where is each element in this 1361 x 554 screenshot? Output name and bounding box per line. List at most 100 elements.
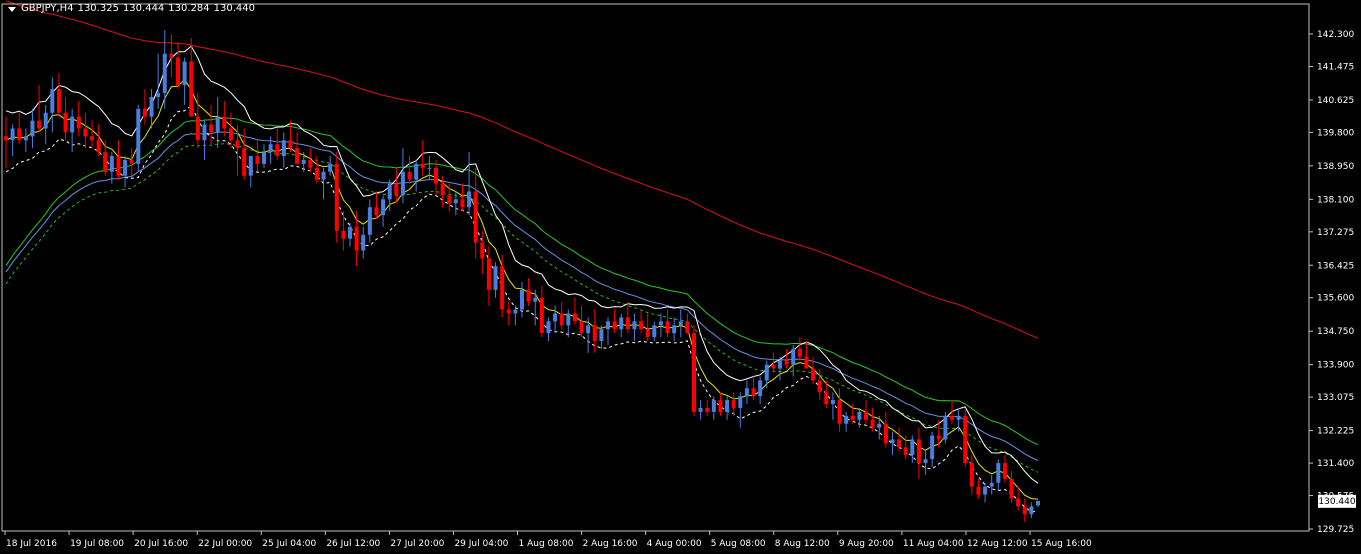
candle-body xyxy=(182,61,187,86)
candle-body xyxy=(500,266,505,310)
y-tick-label: 135.600 xyxy=(1317,294,1354,304)
candle-body xyxy=(1016,498,1021,507)
candle-body xyxy=(17,128,22,141)
candle-body xyxy=(1022,506,1027,515)
candle-body xyxy=(976,486,981,495)
candle-body xyxy=(176,57,180,86)
candle-body xyxy=(308,159,313,168)
candle-body xyxy=(546,321,551,334)
dropdown-triangle-icon[interactable] xyxy=(8,6,16,12)
candle-body xyxy=(136,108,141,164)
candle-body xyxy=(70,116,75,133)
candle-body xyxy=(460,199,465,208)
candle-body xyxy=(295,148,300,164)
candle-body xyxy=(652,325,657,338)
candle-body xyxy=(367,207,372,235)
candle-body xyxy=(619,317,624,330)
candle-body xyxy=(255,156,260,164)
candle-body xyxy=(824,392,829,405)
candle-body xyxy=(83,128,88,137)
candle-body xyxy=(493,266,498,290)
candle-body xyxy=(996,463,1001,483)
candle-body xyxy=(281,140,286,157)
candle xyxy=(334,152,339,243)
candle-body xyxy=(394,183,399,196)
candle-body xyxy=(731,400,736,408)
candle-body xyxy=(692,333,696,412)
candle-body xyxy=(162,53,167,94)
candle-body xyxy=(50,89,55,113)
candle-body xyxy=(156,93,161,97)
candle-body xyxy=(123,159,128,176)
candle-body xyxy=(586,325,591,334)
candle-body xyxy=(764,364,769,381)
x-tick-label: 1 Aug 08:00 xyxy=(519,539,574,549)
current-price-label: 130.440 xyxy=(1318,494,1356,508)
candle-body xyxy=(328,163,333,172)
candle-body xyxy=(936,435,941,440)
candle-body xyxy=(222,116,227,129)
candle-body xyxy=(533,297,538,302)
candle-body xyxy=(778,360,782,369)
price-chart[interactable]: 142.300 141.475 140.625 139.800 138.950 138.1… xyxy=(0,0,1361,554)
candle-body xyxy=(387,183,392,200)
y-tick-label: 129.725 xyxy=(1317,525,1354,535)
candle-body xyxy=(1029,506,1034,515)
candle-body xyxy=(645,329,650,338)
candle-body xyxy=(262,152,266,164)
candle-body xyxy=(76,116,81,129)
candle-body xyxy=(612,321,617,330)
candle-body xyxy=(890,439,895,444)
candle-body xyxy=(434,167,438,184)
y-tick-label: 137.275 xyxy=(1317,228,1354,238)
candle-body xyxy=(883,423,888,444)
candle-body xyxy=(348,226,352,239)
candle-body xyxy=(698,407,703,412)
candle xyxy=(136,104,141,172)
candle-body xyxy=(4,136,8,141)
candle-body xyxy=(10,128,15,141)
candle-body xyxy=(361,234,366,251)
candle-body xyxy=(513,309,518,314)
candle-body xyxy=(870,419,875,428)
candle-body xyxy=(665,321,670,334)
candle-body xyxy=(837,400,842,424)
y-tick-label: 138.100 xyxy=(1317,195,1354,205)
candle-body xyxy=(420,163,425,168)
candle-body xyxy=(784,360,789,365)
candle-body xyxy=(983,486,988,495)
candle-body xyxy=(334,163,339,231)
candle-body xyxy=(275,144,280,157)
candle-body xyxy=(817,380,822,393)
candle-body xyxy=(566,313,571,326)
candle-body xyxy=(625,317,630,330)
x-tick-label: 18 Jul 2016 xyxy=(6,539,57,549)
x-tick-label: 20 Jul 16:00 xyxy=(134,539,188,549)
x-tick-label: 19 Jul 08:00 xyxy=(70,539,124,549)
candle-body xyxy=(864,411,868,420)
candle-body xyxy=(195,116,200,141)
candle-body xyxy=(771,364,776,369)
candle-body xyxy=(520,289,524,310)
candle-body xyxy=(1002,463,1007,479)
candle-body xyxy=(830,400,835,405)
candle-body xyxy=(592,325,597,342)
candle-body xyxy=(189,61,194,117)
x-tick-label: 5 Aug 08:00 xyxy=(711,539,766,549)
chart-header: GBPJPY,H4 130.325 130.444 130.284 130.44… xyxy=(8,3,259,14)
x-tick-label: 26 Jul 12:00 xyxy=(326,539,380,549)
candle-body xyxy=(678,321,683,326)
candle-body xyxy=(506,309,511,314)
candle-body xyxy=(579,321,584,334)
candle-body xyxy=(632,321,637,330)
candle-body xyxy=(725,400,730,412)
candle-body xyxy=(268,144,273,153)
candle-body xyxy=(467,191,472,208)
y-tick-label: 133.075 xyxy=(1317,393,1354,403)
candle-body xyxy=(202,124,207,141)
y-tick-label: 131.400 xyxy=(1317,459,1354,469)
candle-body xyxy=(116,156,121,176)
candle-body xyxy=(314,167,319,180)
candle-body xyxy=(149,96,154,117)
candle-body xyxy=(950,415,954,420)
